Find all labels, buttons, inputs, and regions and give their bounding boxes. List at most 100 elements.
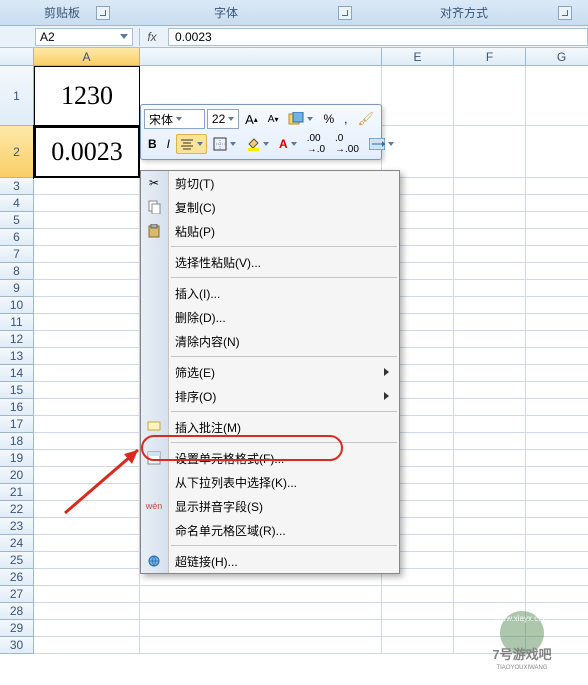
alignment-dialog-launcher[interactable]: [558, 6, 572, 20]
cell-F21[interactable]: [454, 484, 526, 501]
column-header-G[interactable]: G: [526, 48, 588, 66]
ctx-paste-special[interactable]: 选择性粘贴(V)...: [141, 250, 399, 274]
row-header-4[interactable]: 4: [0, 195, 34, 212]
cell-G11[interactable]: [526, 314, 588, 331]
cell-F6[interactable]: [454, 229, 526, 246]
cell-F18[interactable]: [454, 433, 526, 450]
ctx-filter[interactable]: 筛选(E): [141, 360, 399, 384]
row-header-26[interactable]: 26: [0, 569, 34, 586]
ctx-delete[interactable]: 删除(D)...: [141, 305, 399, 329]
cell-G16[interactable]: [526, 399, 588, 416]
cell-G27[interactable]: [526, 586, 588, 603]
row-header-3[interactable]: 3: [0, 178, 34, 195]
cell-A13[interactable]: [34, 348, 140, 365]
cell-A25[interactable]: [34, 552, 140, 569]
cell-A4[interactable]: [34, 195, 140, 212]
formula-input[interactable]: 0.0023: [168, 28, 588, 46]
cell-A2[interactable]: 0.0023: [34, 126, 140, 178]
row-header-25[interactable]: 25: [0, 552, 34, 569]
cell-F1[interactable]: [454, 66, 526, 126]
cell-G22[interactable]: [526, 501, 588, 518]
row-header-2[interactable]: 2: [0, 126, 34, 178]
cell-F4[interactable]: [454, 195, 526, 212]
font-size-select[interactable]: 22: [207, 109, 239, 129]
cell-A3[interactable]: [34, 178, 140, 195]
cell-A12[interactable]: [34, 331, 140, 348]
cell-A22[interactable]: [34, 501, 140, 518]
cell-G26[interactable]: [526, 569, 588, 586]
grow-font-button[interactable]: A▴: [241, 109, 262, 129]
row-header-29[interactable]: 29: [0, 620, 34, 637]
cell-G2[interactable]: [526, 126, 588, 178]
row-header-21[interactable]: 21: [0, 484, 34, 501]
borders-button[interactable]: [209, 134, 240, 154]
cell-G3[interactable]: [526, 178, 588, 195]
cell-F24[interactable]: [454, 535, 526, 552]
cell-A20[interactable]: [34, 467, 140, 484]
row-header-24[interactable]: 24: [0, 535, 34, 552]
ctx-comment[interactable]: 插入批注(M): [141, 415, 399, 439]
cell-F3[interactable]: [454, 178, 526, 195]
cell-G1[interactable]: [526, 66, 588, 126]
cell-G30[interactable]: [526, 637, 588, 654]
row-header-11[interactable]: 11: [0, 314, 34, 331]
cell-F26[interactable]: [454, 569, 526, 586]
row-header-20[interactable]: 20: [0, 467, 34, 484]
cell-A7[interactable]: [34, 246, 140, 263]
cell-E29[interactable]: [382, 620, 454, 637]
cell-A1[interactable]: 1230: [34, 66, 140, 126]
ctx-insert[interactable]: 插入(I)...: [141, 281, 399, 305]
cell-G15[interactable]: [526, 382, 588, 399]
cell-A27[interactable]: [34, 586, 140, 603]
font-dialog-launcher[interactable]: [338, 6, 352, 20]
row-header-17[interactable]: 17: [0, 416, 34, 433]
cell-G25[interactable]: [526, 552, 588, 569]
increase-decimal-button[interactable]: .00→.0: [303, 134, 329, 154]
cell-G12[interactable]: [526, 331, 588, 348]
cell-F9[interactable]: [454, 280, 526, 297]
bold-button[interactable]: B: [144, 134, 161, 154]
row-header-16[interactable]: 16: [0, 399, 34, 416]
cell-G28[interactable]: [526, 603, 588, 620]
cell-A28[interactable]: [34, 603, 140, 620]
merge-cells-button[interactable]: [365, 134, 398, 154]
decrease-decimal-button[interactable]: .0→.00: [331, 134, 363, 154]
ctx-name-range[interactable]: 命名单元格区域(R)...: [141, 518, 399, 542]
row-header-15[interactable]: 15: [0, 382, 34, 399]
cell-G14[interactable]: [526, 365, 588, 382]
cell-G10[interactable]: [526, 297, 588, 314]
row-header-5[interactable]: 5: [0, 212, 34, 229]
cell-G5[interactable]: [526, 212, 588, 229]
comma-button[interactable]: ,: [340, 109, 351, 129]
cell-F29[interactable]: [454, 620, 526, 637]
format-painter-button[interactable]: 🖌: [353, 109, 378, 129]
column-header-E[interactable]: E: [382, 48, 454, 66]
italic-button[interactable]: I: [163, 134, 174, 154]
percent-button[interactable]: %: [319, 109, 338, 129]
row-header-9[interactable]: 9: [0, 280, 34, 297]
cell-A21[interactable]: [34, 484, 140, 501]
row-header-18[interactable]: 18: [0, 433, 34, 450]
fx-button[interactable]: fx: [140, 28, 164, 46]
cell-A18[interactable]: [34, 433, 140, 450]
cell-A24[interactable]: [34, 535, 140, 552]
cell-F5[interactable]: [454, 212, 526, 229]
cell-F28[interactable]: [454, 603, 526, 620]
cell-G24[interactable]: [526, 535, 588, 552]
clipboard-dialog-launcher[interactable]: [96, 6, 110, 20]
cell-A6[interactable]: [34, 229, 140, 246]
cell-G6[interactable]: [526, 229, 588, 246]
cell-A10[interactable]: [34, 297, 140, 314]
cell-G23[interactable]: [526, 518, 588, 535]
name-box[interactable]: A2: [35, 28, 133, 46]
cell-A14[interactable]: [34, 365, 140, 382]
ctx-paste[interactable]: 粘贴(P): [141, 219, 399, 243]
cell-G9[interactable]: [526, 280, 588, 297]
row-header-12[interactable]: 12: [0, 331, 34, 348]
row-header-30[interactable]: 30: [0, 637, 34, 654]
row-header-27[interactable]: 27: [0, 586, 34, 603]
cell-F30[interactable]: [454, 637, 526, 654]
cell-E30[interactable]: [382, 637, 454, 654]
cell-F14[interactable]: [454, 365, 526, 382]
cell-F8[interactable]: [454, 263, 526, 280]
